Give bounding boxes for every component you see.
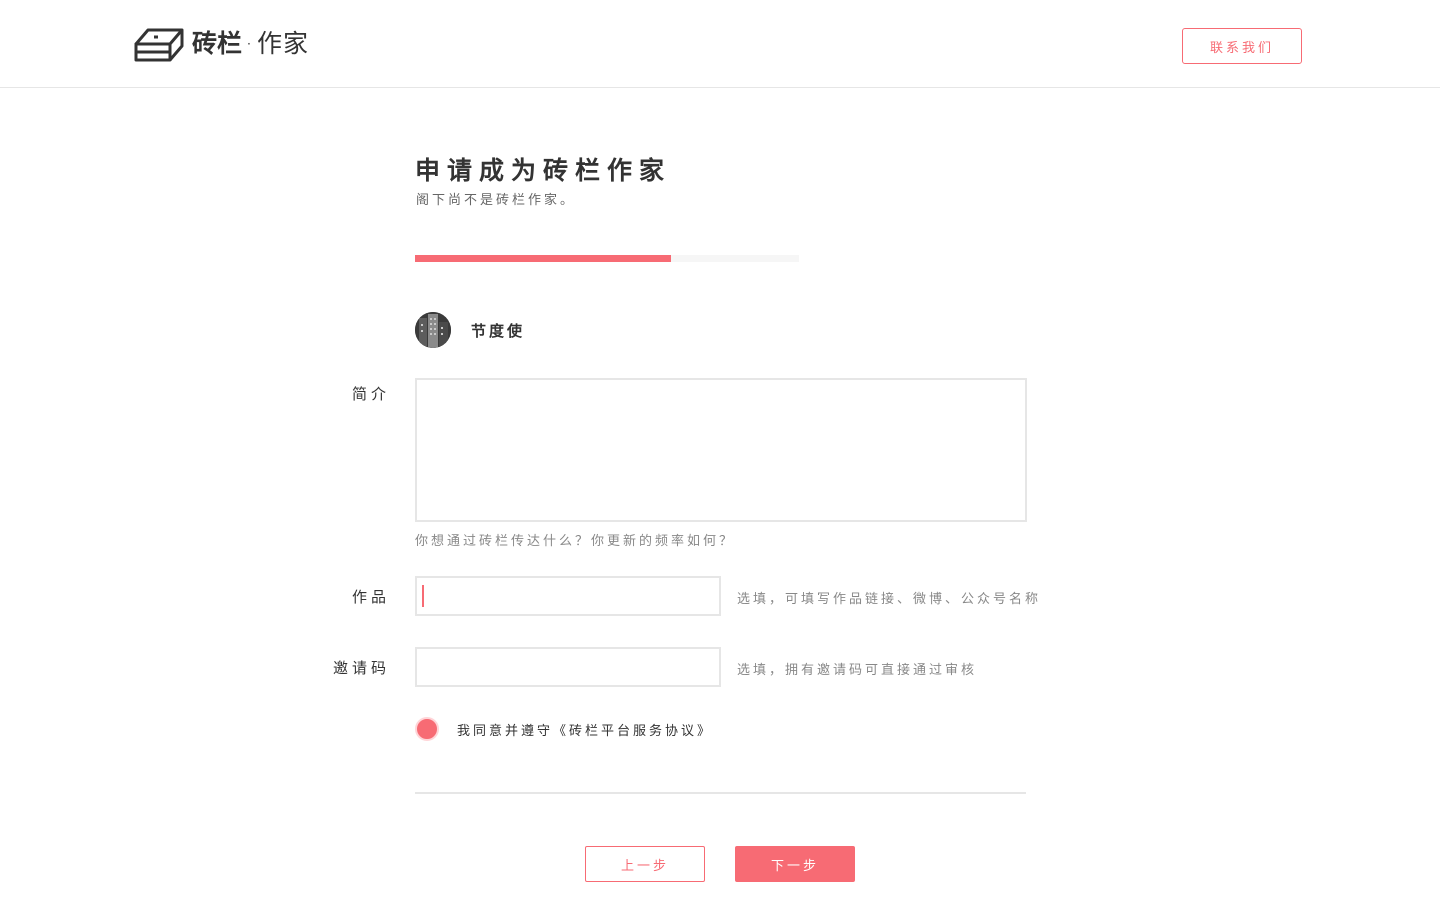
avatar bbox=[415, 312, 451, 348]
logo-text: 砖栏 · 作家 bbox=[192, 24, 309, 64]
works-hint: 选填，可填写作品链接、微博、公众号名称 bbox=[737, 592, 1042, 607]
progress-bar bbox=[415, 255, 799, 262]
text-cursor bbox=[422, 585, 424, 607]
invite-code-label: 邀请码 bbox=[332, 659, 390, 677]
invite-code-hint: 选填，拥有邀请码可直接通过审核 bbox=[737, 663, 978, 678]
prev-step-button[interactable]: 上一步 bbox=[585, 846, 705, 882]
logo[interactable]: 砖栏 · 作家 bbox=[134, 24, 309, 64]
agree-text[interactable]: 我同意并遵守《砖栏平台服务协议》 bbox=[457, 720, 713, 739]
page-subtitle: 阁下尚不是砖栏作家。 bbox=[416, 193, 577, 208]
divider bbox=[415, 792, 1026, 794]
intro-textarea[interactable] bbox=[415, 378, 1027, 522]
page-title: 申请成为砖栏作家 bbox=[415, 156, 672, 185]
works-input[interactable] bbox=[415, 576, 721, 616]
intro-hint: 你想通过砖栏传达什么？你更新的频率如何？ bbox=[415, 534, 736, 549]
contact-us-button[interactable]: 联系我们 bbox=[1182, 28, 1302, 64]
logo-brand: 砖栏 bbox=[192, 29, 243, 58]
agree-checkbox[interactable] bbox=[415, 717, 439, 741]
logo-suffix: 作家 bbox=[256, 29, 309, 58]
top-bar: 砖栏 · 作家 联系我们 bbox=[0, 0, 1440, 88]
invite-code-input[interactable] bbox=[415, 647, 721, 687]
works-label: 作品 bbox=[351, 588, 390, 606]
username: 节度使 bbox=[471, 322, 526, 340]
intro-label: 简介 bbox=[351, 385, 390, 403]
brick-logo-icon bbox=[134, 28, 184, 62]
avatar-image bbox=[415, 312, 451, 348]
next-step-button[interactable]: 下一步 bbox=[735, 846, 855, 882]
logo-dot: · bbox=[245, 29, 254, 58]
progress-fill bbox=[415, 255, 672, 262]
